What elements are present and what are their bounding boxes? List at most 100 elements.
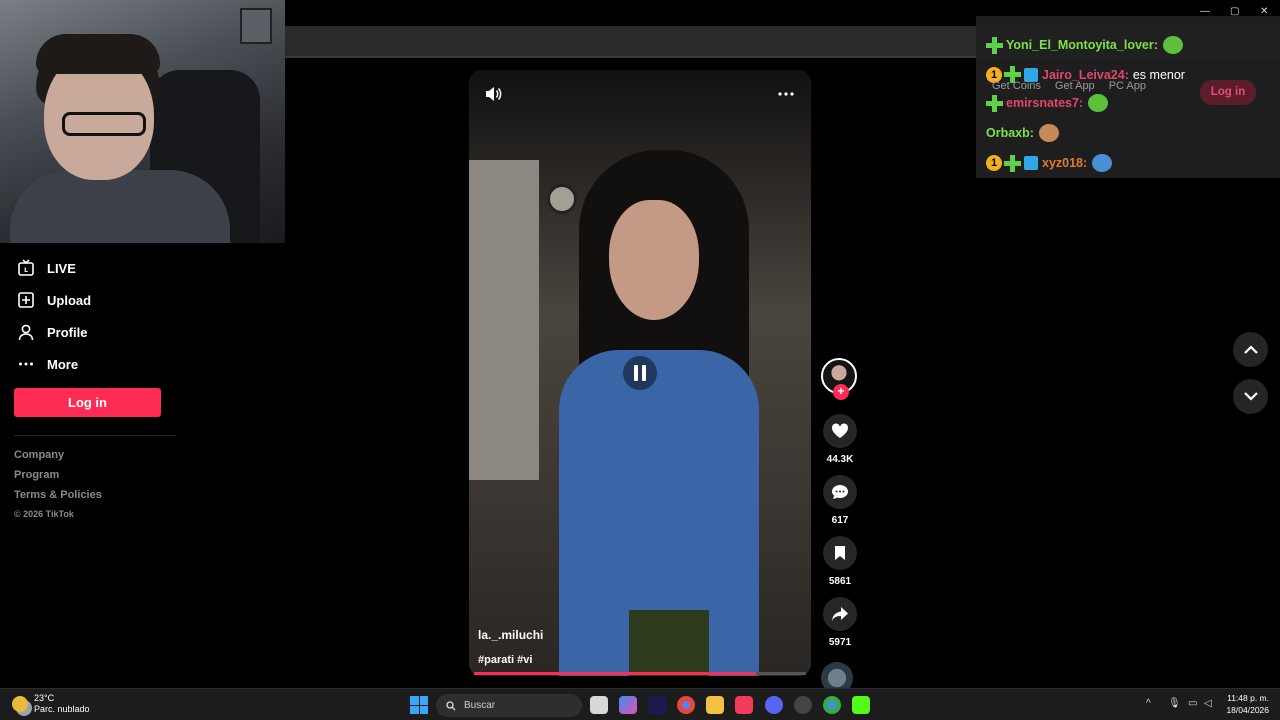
- emote-icon: [1162, 36, 1183, 54]
- chrome-profile-icon[interactable]: [823, 696, 841, 714]
- premiere-icon[interactable]: [648, 696, 666, 714]
- video-subject-shorts: [629, 610, 709, 676]
- weather-temperature: 23°C: [34, 693, 55, 703]
- network-icon[interactable]: ▭: [1188, 698, 1197, 709]
- heart-icon: [823, 414, 857, 448]
- live-icon: L: [14, 256, 38, 280]
- get-app-link[interactable]: Get App: [1055, 80, 1095, 92]
- save-button[interactable]: 5861: [821, 536, 859, 587]
- video-scene-clock: [547, 184, 577, 214]
- svg-text:L: L: [24, 267, 28, 274]
- footer-link-company[interactable]: Company: [14, 447, 102, 467]
- sub-badge-icon: [986, 94, 1003, 112]
- task-view-icon[interactable]: [590, 696, 608, 714]
- more-options-icon[interactable]: [775, 84, 797, 104]
- weather-description: Parc. nublado: [34, 704, 90, 714]
- like-button[interactable]: 44.3K: [821, 414, 859, 465]
- sub-badge-icon: [1004, 154, 1021, 172]
- emote-icon: [1092, 154, 1113, 172]
- microphone-icon[interactable]: 🎙: [1168, 698, 1181, 709]
- video-progress-fill: [474, 672, 757, 675]
- share-icon: [823, 597, 857, 631]
- footer-link-program[interactable]: Program: [14, 467, 102, 487]
- system-clock[interactable]: 11:48 p. m. 18/04/2026: [1225, 692, 1269, 716]
- top-login-button[interactable]: Log in: [1200, 80, 1256, 105]
- restore-icon[interactable]: ▢: [1230, 6, 1239, 17]
- follow-plus-icon[interactable]: +: [833, 384, 849, 400]
- kick-icon[interactable]: [852, 696, 870, 714]
- discord-icon[interactable]: [765, 696, 783, 714]
- search-placeholder: Buscar: [464, 700, 496, 711]
- video-scene-wall: [469, 160, 539, 480]
- comment-count: 617: [831, 515, 849, 526]
- windows-taskbar: 23°C Parc. nublado Buscar ^ 🎙 ▭ ◁ 11:48 …: [0, 688, 1280, 720]
- chat-username[interactable]: Yoni_El_Montoyita_lover:: [1006, 38, 1158, 52]
- sidebar-item-more[interactable]: More: [14, 348, 184, 380]
- previous-video-button[interactable]: [1233, 332, 1268, 367]
- sub-badge-icon: [986, 36, 1003, 54]
- clock-time: 11:48 p. m.: [1227, 693, 1269, 703]
- video-player[interactable]: la._.miluchi #parati #vi: [469, 70, 811, 676]
- cube-badge-icon: [1024, 156, 1038, 170]
- chat-username[interactable]: Orbaxb:: [986, 126, 1034, 140]
- streamer-glasses: [62, 112, 146, 136]
- search-icon: [446, 700, 456, 710]
- copyright-text: © 2026 TikTok: [14, 509, 74, 519]
- share-button[interactable]: 5971: [821, 597, 859, 648]
- weather-widget[interactable]: 23°C Parc. nublado: [12, 693, 90, 715]
- sidebar-divider: [14, 435, 176, 436]
- volume-tray-icon[interactable]: ◁: [1204, 698, 1212, 709]
- sidebar-item-label: Upload: [47, 292, 92, 308]
- next-video-button[interactable]: [1233, 379, 1268, 414]
- partly-cloudy-icon: [12, 696, 28, 712]
- pc-app-link[interactable]: PC App: [1109, 80, 1146, 92]
- file-explorer-icon[interactable]: [706, 696, 724, 714]
- chat-message: emirsnates7:: [986, 94, 1109, 112]
- footer-links: Company Program Terms & Policies © 2026 …: [14, 447, 102, 519]
- streamer-shirt: [10, 170, 230, 243]
- settings-app-icon[interactable]: [794, 696, 812, 714]
- close-icon[interactable]: ✕: [1260, 6, 1268, 17]
- footer-link-terms[interactable]: Terms & Policies: [14, 487, 102, 507]
- minimize-icon[interactable]: —: [1200, 6, 1210, 17]
- gold-badge-icon: 1: [986, 155, 1002, 171]
- profile-icon: [14, 320, 38, 344]
- chevron-up-icon: [1243, 341, 1258, 359]
- sidebar-item-live[interactable]: L LIVE: [14, 252, 184, 284]
- video-author[interactable]: la._.miluchi: [478, 628, 543, 642]
- sidebar-nav: L LIVE Upload Profile More: [14, 252, 184, 380]
- sidebar-item-upload[interactable]: Upload: [14, 284, 184, 316]
- webcam-overlay: [0, 0, 285, 243]
- more-icon: [14, 352, 38, 376]
- save-count: 5861: [828, 576, 852, 587]
- tray-chevron-icon[interactable]: ^: [1146, 698, 1151, 709]
- like-count: 44.3K: [826, 454, 854, 465]
- share-count: 5971: [828, 637, 852, 648]
- emote-icon: [1088, 94, 1109, 112]
- comment-button[interactable]: 617: [821, 475, 859, 526]
- chrome-icon[interactable]: [677, 696, 695, 714]
- volume-icon[interactable]: [483, 84, 503, 104]
- chat-message: Yoni_El_Montoyita_lover:: [986, 36, 1183, 54]
- tiktok-top-links: Get Coins Get App PC App: [992, 80, 1160, 92]
- chat-message: Orbaxb:: [986, 124, 1059, 142]
- streamer-bangs: [36, 34, 160, 74]
- taskbar-search[interactable]: Buscar: [436, 694, 582, 717]
- copilot-icon[interactable]: [619, 696, 637, 714]
- chat-message: 1 xyz018:: [986, 154, 1113, 172]
- video-progress-bar[interactable]: [474, 672, 806, 675]
- video-actions: + 44.3K 617 5861 5971: [821, 358, 859, 694]
- pause-icon[interactable]: [623, 356, 657, 390]
- chat-username[interactable]: xyz018:: [1042, 156, 1087, 170]
- get-coins-link[interactable]: Get Coins: [992, 80, 1041, 92]
- creator-avatar[interactable]: +: [821, 358, 857, 400]
- upload-icon: [14, 288, 38, 312]
- sidebar-item-profile[interactable]: Profile: [14, 316, 184, 348]
- sidebar-item-label: LIVE: [47, 260, 76, 276]
- video-hashtags[interactable]: #parati #vi: [478, 654, 532, 666]
- chat-username[interactable]: emirsnates7:: [1006, 96, 1083, 110]
- music-app-icon[interactable]: [735, 696, 753, 714]
- login-button[interactable]: Log in: [14, 388, 161, 417]
- windows-start-icon[interactable]: [410, 696, 428, 714]
- wall-picture: [240, 8, 272, 44]
